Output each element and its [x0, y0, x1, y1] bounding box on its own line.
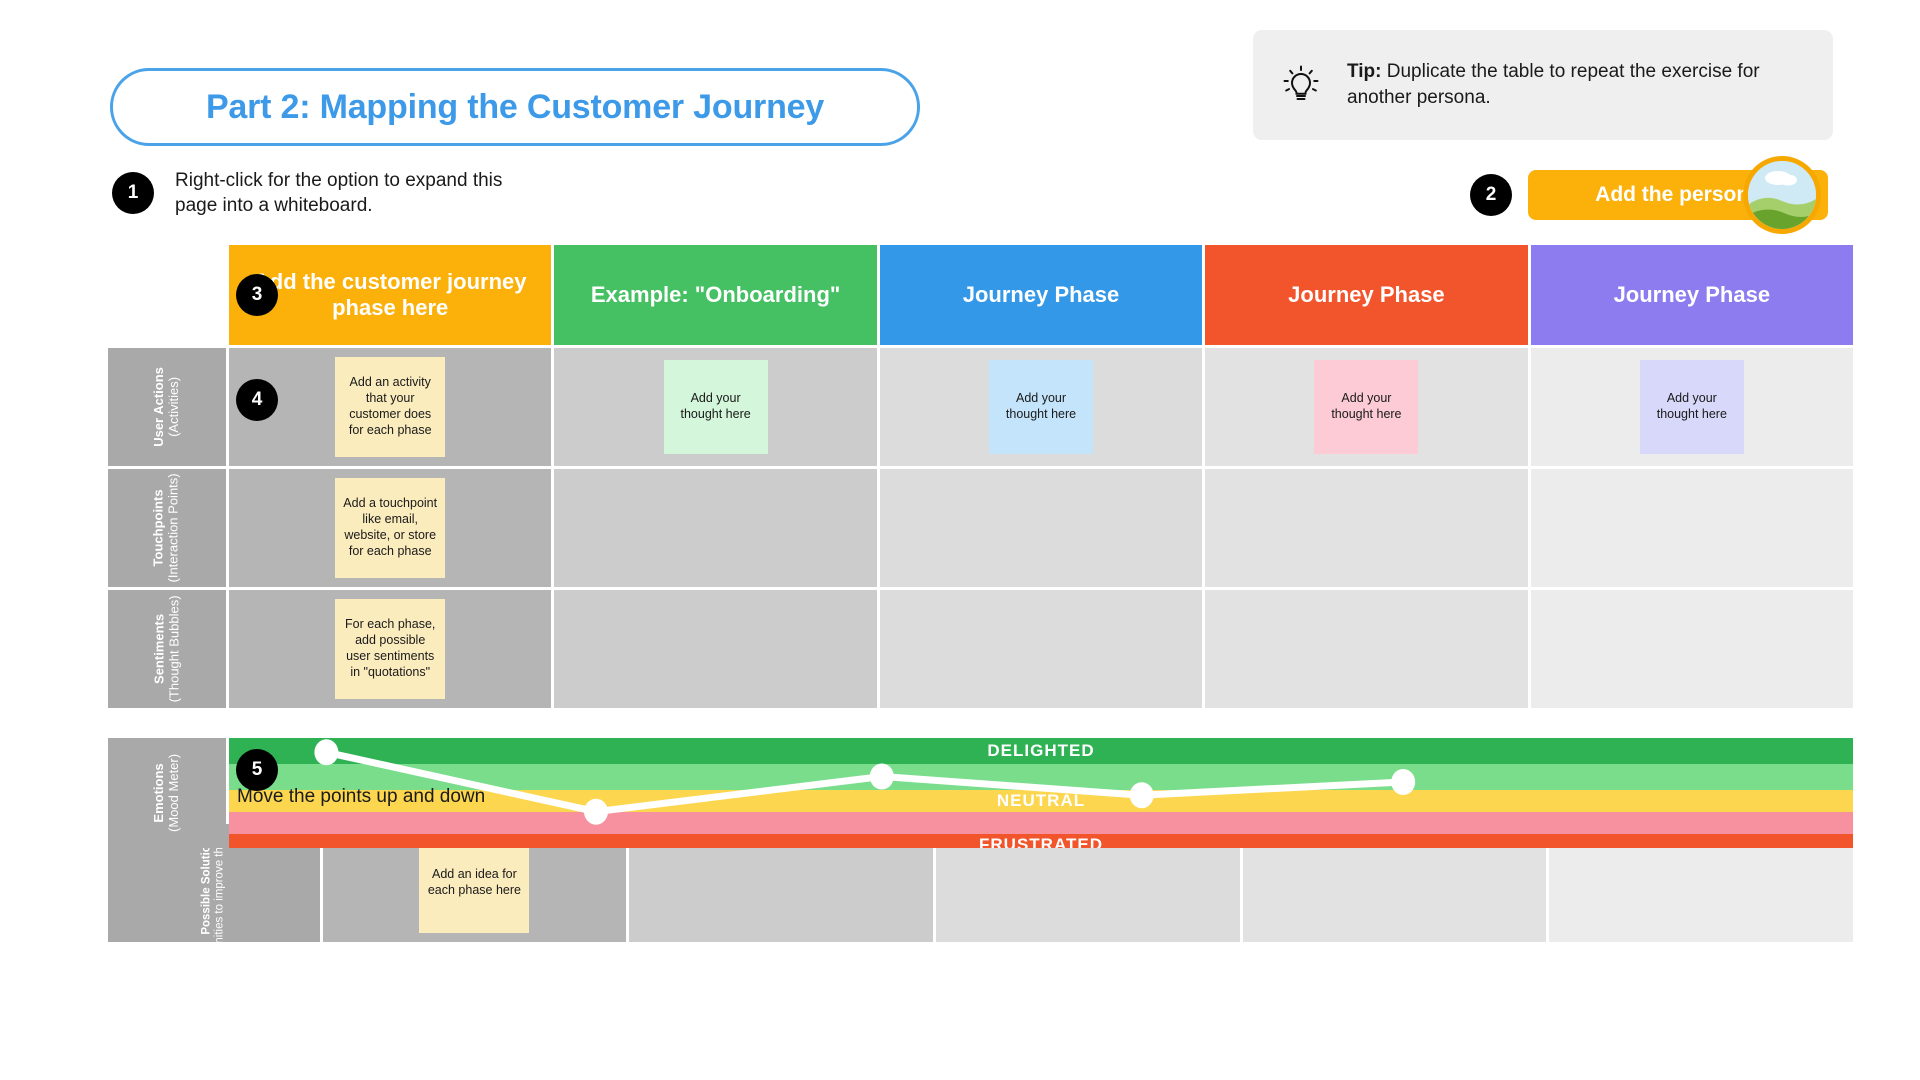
column-header-4[interactable]: Journey Phase [1530, 245, 1854, 345]
row-label-sub: (Mood Meter) [166, 753, 181, 833]
cell-r1-c2[interactable] [879, 469, 1203, 587]
cell-r2-c2[interactable] [879, 590, 1203, 708]
tip-text: Tip: Duplicate the table to repeat the e… [1347, 59, 1809, 110]
sticky-note[interactable]: Add a touchpoint like email, website, or… [335, 478, 446, 578]
row-label-sentiments: Sentiments (Thought Bubbles) [108, 590, 226, 708]
row-label-user-actions: User Actions (Activities) [108, 348, 226, 466]
cell-r2-c4[interactable] [1530, 590, 1854, 708]
column-header-2[interactable]: Journey Phase [879, 245, 1203, 345]
mood-point-0[interactable] [314, 739, 339, 766]
grid-row-touchpoints: Touchpoints (Interaction Points) Add a t… [108, 469, 1854, 587]
sticky-note[interactable]: Add an idea for each phase here [419, 833, 530, 933]
grid-row-user-actions: User Actions (Activities) Add an activit… [108, 348, 1854, 466]
step-badge-5: 5 [236, 749, 278, 791]
cell-r1-c0[interactable]: Add a touchpoint like email, website, or… [229, 469, 552, 587]
sticky-note[interactable]: Add an activity that your customer does … [335, 357, 446, 457]
sticky-note[interactable]: Add your thought here [989, 360, 1094, 454]
step-badge-4: 4 [236, 379, 278, 421]
mood-point-2[interactable] [869, 763, 894, 790]
cell-r0-c4[interactable]: Add your thought here [1530, 348, 1854, 466]
grid-row-sentiments: Sentiments (Thought Bubbles) For each ph… [108, 590, 1854, 708]
sticky-note[interactable]: For each phase, add possible user sentim… [335, 599, 446, 699]
cell-r1-c4[interactable] [1530, 469, 1854, 587]
cell-r0-c3[interactable]: Add your thought here [1205, 348, 1528, 466]
page-title: Part 2: Mapping the Customer Journey [205, 87, 825, 126]
grid-corner-spacer [108, 245, 226, 345]
tip-label: Tip: [1347, 61, 1382, 83]
tip-body: Duplicate the table to repeat the exerci… [1347, 61, 1760, 108]
step-badge-2: 2 [1470, 174, 1512, 216]
mood-meter[interactable]: DELIGHTED NEUTRAL FRUSTRATED Move the po… [229, 738, 1853, 848]
row-label-main: User Actions [151, 367, 167, 447]
sticky-note[interactable]: Add your thought here [1314, 360, 1419, 454]
cell-r1-c1[interactable] [554, 469, 877, 587]
row-label-main: Sentiments [151, 613, 167, 685]
row-label-sub: (Activities) [166, 377, 181, 437]
row-label-touchpoints: Touchpoints (Interaction Points) [108, 469, 226, 587]
cell-r0-c1[interactable]: Add your thought here [554, 348, 877, 466]
lightbulb-icon [1277, 61, 1325, 109]
page-title-pill: Part 2: Mapping the Customer Journey [110, 68, 920, 146]
mood-point-4[interactable] [1391, 769, 1416, 795]
row-label-emotions: Emotions (Mood Meter) [108, 738, 226, 848]
mood-point-1[interactable] [584, 798, 608, 825]
persona-avatar[interactable] [1743, 156, 1821, 234]
tip-box: Tip: Duplicate the table to repeat the e… [1253, 30, 1833, 140]
row-label-main: Emotions [151, 763, 167, 823]
column-header-3[interactable]: Journey Phase [1205, 245, 1528, 345]
column-header-1[interactable]: Example: "Onboarding" [554, 245, 877, 345]
row-label-sub: (Thought Bubbles) [165, 595, 181, 703]
grid-header-row: Add the customer journey phase here Exam… [108, 245, 1854, 345]
row-label-sub: (Interaction Points) [165, 473, 181, 583]
mood-point-3[interactable] [1129, 782, 1154, 809]
instruction-text-1: Right-click for the option to expand thi… [175, 170, 503, 217]
cell-r0-c2[interactable]: Add your thought here [879, 348, 1203, 466]
cell-r2-c1[interactable] [554, 590, 877, 708]
sticky-note[interactable]: Add your thought here [663, 360, 768, 454]
cell-r2-c3[interactable] [1205, 590, 1528, 708]
sticky-note[interactable]: Add your thought here [1639, 360, 1744, 454]
journey-map-page: Part 2: Mapping the Customer Journey 1 R… [0, 0, 1920, 1080]
cell-r2-c0[interactable]: For each phase, add possible user sentim… [229, 590, 552, 708]
step-badge-3: 3 [236, 274, 278, 316]
step-badge-1: 1 [112, 172, 154, 214]
cell-r1-c3[interactable] [1205, 469, 1528, 587]
cell-r0-c0[interactable]: Add an activity that your customer does … [229, 348, 552, 466]
mood-meter-hint: Move the points up and down [237, 786, 486, 807]
